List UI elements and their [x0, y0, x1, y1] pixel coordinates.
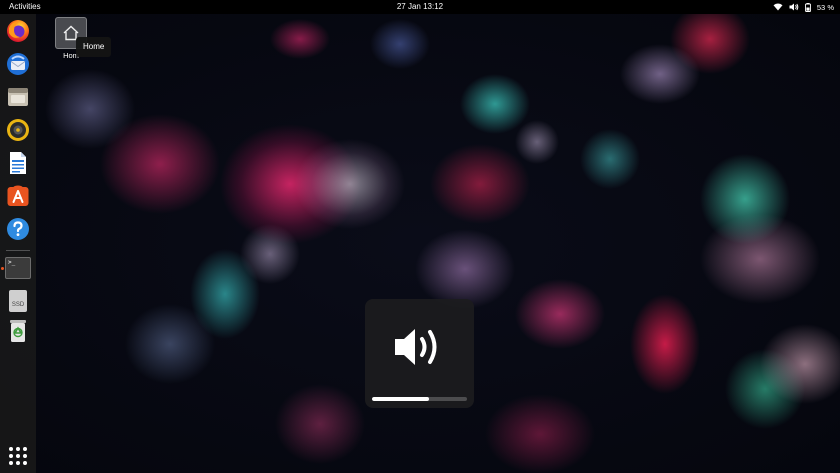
speaker-music-icon	[6, 118, 30, 147]
dock-separator	[6, 250, 30, 251]
running-indicator	[1, 267, 4, 270]
volume-level-bar	[372, 397, 467, 401]
dock: >_ SSD	[0, 14, 36, 473]
app-store-icon	[6, 184, 30, 213]
trash-icon	[8, 319, 28, 348]
dock-item-ssd[interactable]: SSD	[5, 288, 31, 314]
thunderbird-mail-icon	[6, 52, 30, 81]
dock-item-trash[interactable]	[5, 319, 31, 348]
folder-icon	[6, 85, 30, 114]
firefox-icon	[6, 19, 30, 48]
show-apps-button[interactable]	[9, 447, 27, 465]
dock-item-terminal[interactable]: >_	[5, 255, 31, 281]
battery-icon	[804, 2, 811, 12]
terminal-prompt: >_	[8, 259, 16, 266]
dock-item-writer[interactable]	[5, 151, 31, 180]
volume-osd	[365, 299, 474, 408]
dock-item-files[interactable]	[5, 86, 31, 112]
home-tooltip: Home	[76, 37, 112, 57]
top-bar: Activities 27 Jan 13:12 53 %	[0, 0, 840, 14]
system-tray[interactable]: 53 %	[773, 0, 834, 14]
speaker-volume-icon	[391, 321, 447, 378]
volume-level-fill	[372, 397, 429, 401]
drive-label: SSD	[11, 302, 25, 308]
help-icon	[6, 217, 30, 246]
document-icon	[6, 151, 30, 180]
terminal-icon: >_	[5, 257, 31, 279]
dock-item-thunderbird[interactable]	[5, 52, 31, 81]
apps-grid-icon	[9, 447, 13, 451]
dock-item-help[interactable]	[5, 217, 31, 246]
dock-item-firefox[interactable]	[5, 19, 31, 48]
battery-percent: 53 %	[816, 2, 834, 12]
drive-icon: SSD	[9, 290, 27, 312]
wifi-icon	[773, 3, 783, 11]
volume-tray-icon	[789, 3, 799, 11]
clock[interactable]: 27 Jan 13:12	[0, 0, 840, 14]
dock-item-software[interactable]	[5, 184, 31, 213]
dock-item-rhythmbox[interactable]	[5, 118, 31, 147]
